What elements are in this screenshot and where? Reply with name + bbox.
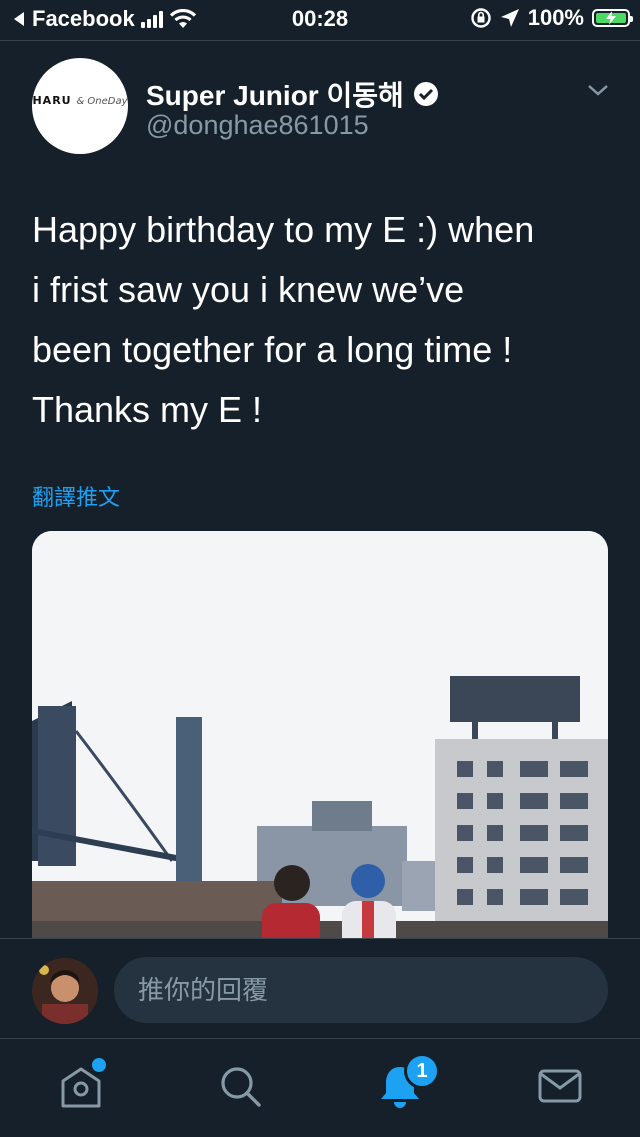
tab-bar <box>0 1038 640 1137</box>
chevron-down-icon[interactable] <box>586 78 610 102</box>
author-display-name: Super Junior 이동해 <box>146 80 404 111</box>
verified-badge-icon <box>413 82 438 106</box>
current-user-avatar[interactable] <box>32 958 98 1024</box>
battery-icon <box>592 9 633 27</box>
search-icon[interactable] <box>215 1061 265 1111</box>
orientation-lock-icon <box>471 8 491 28</box>
tweet-text-line: Happy birthday to my E :) when <box>32 209 535 250</box>
author-handle[interactable]: @donghae861015 <box>146 110 369 141</box>
tweet-photo[interactable] <box>32 531 608 951</box>
reply-input[interactable]: 推你的回覆 <box>114 957 608 1023</box>
author-avatar[interactable]: HARU & OneDay <box>32 58 128 154</box>
author-name-row[interactable]: Super Junior 이동해 <box>146 74 438 114</box>
location-icon <box>500 9 519 27</box>
status-right: 100% <box>470 5 633 31</box>
tweet-text-line: i frist saw you i knew we’ve <box>32 269 465 310</box>
battery-percent: 100% <box>527 5 584 30</box>
tweet-text-line: Thanks my E ! <box>32 389 263 430</box>
notifications-badge: 1 <box>404 1053 440 1089</box>
home-new-dot <box>90 1056 108 1074</box>
translate-tweet-link[interactable]: 翻譯推文 <box>32 480 120 512</box>
reply-bar: 推你的回覆 <box>0 938 640 1039</box>
messages-icon[interactable] <box>535 1061 585 1111</box>
avatar-logo: HARU & OneDay <box>32 94 128 107</box>
tweet-text-line: been together for a long time ! <box>32 329 513 370</box>
status-bar: Facebook 00:28 100% <box>0 0 640 41</box>
tweet-text: Happy birthday to my E :) when i frist s… <box>32 200 622 440</box>
